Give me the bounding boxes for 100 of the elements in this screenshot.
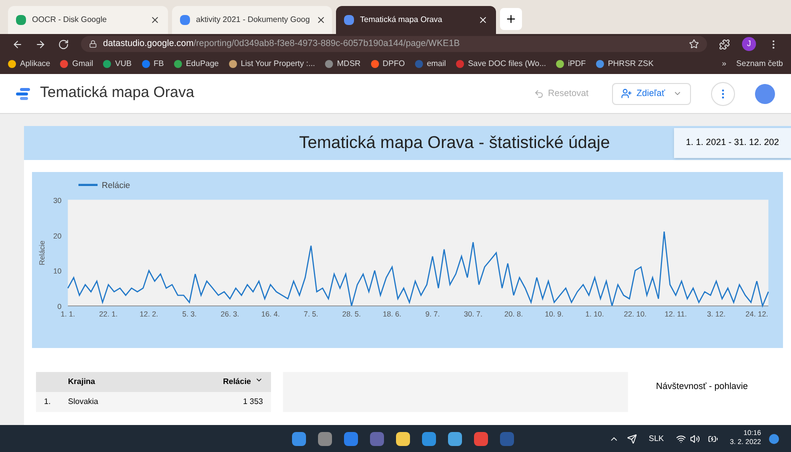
- tab-title: Tematická mapa Orava: [360, 14, 444, 26]
- address-bar[interactable]: datastudio.google.com/reporting/0d349ab8-f3e8-4973-889c-6057b190a144/page/WKE1B: [81, 36, 707, 52]
- x-tick-label: 18. 6.: [382, 310, 402, 318]
- x-tick-label: 12. 2.: [140, 310, 158, 318]
- x-tick-label: 30. 7.: [464, 310, 482, 318]
- bookmark-link[interactable]: List Your Property :...: [228, 58, 316, 70]
- wifi-icon[interactable]: [676, 434, 686, 444]
- x-tick-label: 22. 1.: [99, 310, 118, 318]
- bookmark-favicon-icon: [325, 60, 334, 68]
- bookmark-favicon-icon: [8, 60, 16, 68]
- close-icon[interactable]: [316, 15, 326, 25]
- y-axis-title: Relácie: [38, 240, 46, 266]
- bookmark-link[interactable]: VUB: [103, 58, 132, 70]
- taskbar-app-icon[interactable]: [396, 432, 410, 446]
- x-tick-label: 1. 1.: [60, 310, 76, 318]
- battery-icon[interactable]: [708, 434, 718, 444]
- x-tick-label: 28. 5.: [342, 310, 361, 318]
- bookmark-link[interactable]: MDSR: [325, 58, 361, 70]
- report-title: Tematická mapa Orava - štatistické údaje: [299, 132, 610, 154]
- account-avatar[interactable]: [755, 84, 775, 104]
- bookmark-link[interactable]: FB: [142, 58, 164, 70]
- bookmark-favicon-icon: [228, 60, 237, 68]
- language-indicator[interactable]: SLK: [648, 432, 664, 444]
- bookmark-link[interactable]: iPDF: [556, 58, 586, 70]
- x-tick-label: 16. 4.: [261, 310, 280, 318]
- plus-icon: [505, 13, 517, 25]
- taskbar-app-icon[interactable]: [448, 432, 462, 446]
- y-tick-label: 10: [53, 266, 62, 276]
- column-header[interactable]: Relácie: [222, 376, 251, 388]
- star-icon[interactable]: [689, 39, 699, 49]
- gender-chart-title: Návštevnosť - pohlavie: [656, 380, 748, 393]
- bookmark-favicon-icon: [60, 60, 68, 68]
- forward-icon[interactable]: [35, 38, 46, 50]
- browser-tab[interactable]: Tematická mapa Orava: [336, 6, 496, 34]
- row-number: 1.: [44, 396, 52, 408]
- tab-favicon-icon: [16, 15, 26, 25]
- new-tab-button[interactable]: [500, 8, 522, 30]
- data-studio-logo-icon: [16, 88, 32, 100]
- bookmark-link[interactable]: PHRSR ZSK: [596, 58, 654, 70]
- taskbar-app-icon[interactable]: [422, 432, 436, 446]
- url-path: /reporting/0d349ab8-f3e8-4973-889c-6057b190a144/page/WKE1B: [194, 37, 460, 50]
- add-person-icon: [621, 88, 632, 99]
- bookmark-link[interactable]: DPFO: [370, 58, 405, 70]
- reload-icon[interactable]: [58, 38, 69, 50]
- x-tick-label: 3. 12.: [707, 310, 726, 318]
- bookmark-favicon-icon: [370, 60, 379, 68]
- tab-title: aktivity 2021 - Dokumenty Goog: [196, 14, 310, 26]
- bookmark-link[interactable]: Aplikace: [8, 58, 50, 70]
- location-icon: [626, 434, 637, 444]
- extensions-icon[interactable]: [719, 38, 730, 50]
- bookmark-favicon-icon: [142, 60, 150, 68]
- bookmark-favicon-icon: [174, 60, 182, 68]
- bookmarks-overflow[interactable]: »: [722, 58, 726, 70]
- tab-favicon-icon: [180, 15, 190, 25]
- notification-icon[interactable]: [769, 434, 779, 444]
- x-tick-label: 12. 11.: [664, 310, 687, 318]
- legend-line-icon: [78, 184, 98, 186]
- date-range-control[interactable]: 1. 1. 2021 - 31. 12. 202: [674, 128, 791, 158]
- close-icon[interactable]: [478, 15, 488, 25]
- bookmark-favicon-icon: [414, 60, 423, 68]
- bookmark-link[interactable]: EduPage: [174, 58, 219, 70]
- legend-label: Relácie: [102, 180, 130, 190]
- tab-title: OOCR - Disk Google: [32, 14, 108, 26]
- share-button[interactable]: Zdieľať: [612, 82, 691, 104]
- table-cell: 1 353: [242, 396, 263, 408]
- report-name: Tematická mapa Orava: [40, 83, 194, 104]
- x-tick-label: 20. 8.: [504, 310, 523, 318]
- bookmark-link[interactable]: Save DOC files (Wo...: [456, 58, 546, 70]
- bookmark-link[interactable]: Gmail: [60, 58, 94, 70]
- taskbar-app-icon[interactable]: [318, 432, 332, 446]
- sort-icon[interactable]: [255, 376, 263, 384]
- bookmark-favicon-icon: [103, 60, 112, 68]
- x-tick-label: 10. 9.: [544, 310, 564, 318]
- y-tick-label: 20: [53, 231, 62, 240]
- x-tick-label: 26. 3.: [220, 310, 240, 318]
- taskbar-app-icon[interactable]: [292, 432, 306, 446]
- tab-favicon-icon: [344, 15, 354, 25]
- x-tick-label: 24. 12.: [745, 310, 768, 318]
- bookmark-link[interactable]: email: [414, 58, 446, 70]
- browser-tab[interactable]: OOCR - Disk Google: [8, 6, 168, 34]
- browser-tab[interactable]: aktivity 2021 - Dokumenty Goog: [172, 6, 332, 34]
- x-tick-label: 22. 10.: [624, 310, 647, 318]
- profile-avatar[interactable]: J: [742, 37, 756, 51]
- x-tick-label: 7. 5.: [304, 310, 318, 318]
- x-tick-label: 5. 3.: [182, 310, 197, 318]
- bookmark-favicon-icon: [556, 60, 564, 68]
- x-tick-label: 9. 7.: [425, 310, 440, 318]
- undo-icon: [534, 88, 544, 98]
- volume-icon[interactable]: [690, 434, 700, 444]
- column-header[interactable]: Krajina: [68, 376, 223, 388]
- bookmark-favicon-icon: [456, 60, 464, 68]
- url-host: datastudio.google.com: [103, 37, 194, 50]
- dropdown-caret-icon[interactable]: [673, 89, 682, 98]
- y-tick-label: 30: [53, 196, 62, 205]
- bookmark-favicon-icon: [596, 60, 604, 68]
- y-tick-label: 0: [57, 302, 62, 312]
- reading-list-link[interactable]: Seznam četb: [736, 58, 783, 70]
- close-icon[interactable]: [150, 15, 160, 25]
- table-cell-text: Slovakia: [68, 396, 100, 408]
- back-icon[interactable]: [12, 38, 23, 50]
